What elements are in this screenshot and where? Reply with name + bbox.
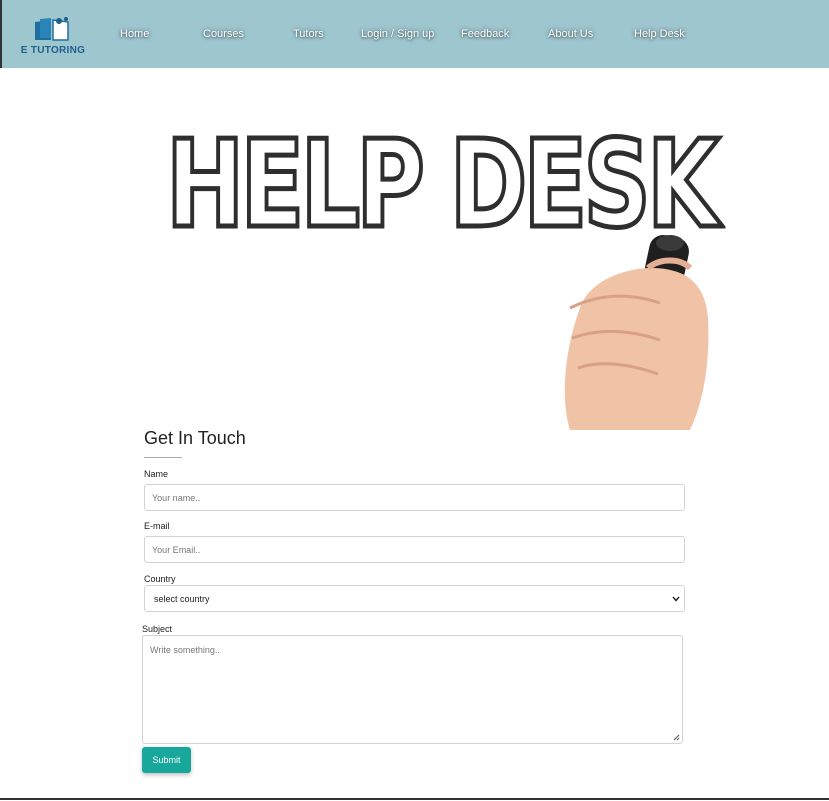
page-bottom-border <box>0 798 829 800</box>
brand-name: E TUTORING <box>20 45 86 56</box>
help-desk-hero-image: HELP DESK <box>160 118 721 430</box>
country-label: Country <box>144 574 176 584</box>
resize-grip-icon[interactable] <box>673 734 680 741</box>
nav-tutors[interactable]: Tutors <box>293 28 324 40</box>
top-navbar: E TUTORING Home Courses Tutors Login / S… <box>0 0 829 68</box>
nav-about-us[interactable]: About Us <box>548 28 593 40</box>
name-input[interactable]: Your name.. <box>144 484 685 511</box>
nav-feedback[interactable]: Feedback <box>461 28 509 40</box>
email-input[interactable]: Your Email.. <box>144 536 685 563</box>
book-logo-icon <box>35 17 69 41</box>
nav-courses[interactable]: Courses <box>203 28 244 40</box>
country-selected-value: select country <box>154 593 210 604</box>
subject-placeholder: Write something.. <box>150 645 220 655</box>
nav-help-desk[interactable]: Help Desk <box>634 28 685 40</box>
name-label: Name <box>144 469 169 479</box>
subject-textarea[interactable]: Write something.. <box>142 635 683 744</box>
title-divider <box>144 457 182 458</box>
subject-label: Subject <box>142 624 173 634</box>
form-title: Get In Touch <box>144 428 246 448</box>
email-label: E-mail <box>144 521 170 531</box>
submit-button[interactable]: Submit <box>142 747 191 773</box>
chevron-down-icon <box>672 596 680 602</box>
nav-home[interactable]: Home <box>120 28 149 40</box>
email-placeholder: Your Email.. <box>152 544 201 555</box>
nav-login-signup[interactable]: Login / Sign up <box>361 28 434 40</box>
hand-with-marker-icon <box>564 234 709 430</box>
country-select[interactable]: select country <box>144 585 685 612</box>
name-placeholder: Your name.. <box>152 492 201 503</box>
brand-logo[interactable]: E TUTORING <box>18 14 88 60</box>
